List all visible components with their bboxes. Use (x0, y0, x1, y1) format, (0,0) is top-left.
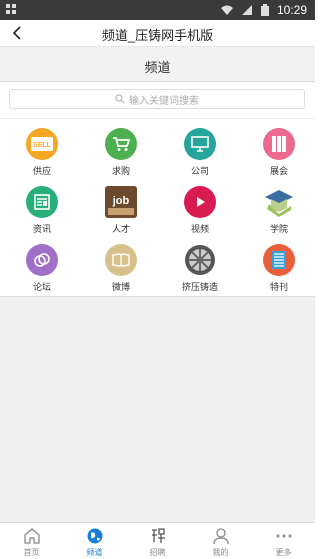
grid-item-purchase[interactable]: 求购 (81, 119, 159, 177)
tab-label: 我的 (212, 548, 229, 557)
grid-item-label: 供应 (32, 166, 51, 176)
recruit-icon (151, 528, 165, 543)
search-placeholder: 输入关键词搜索 (129, 95, 199, 107)
page-title: 频道_压铸网手机版 (101, 28, 214, 43)
cart-icon (105, 128, 137, 160)
user-icon (212, 528, 229, 545)
tab-mine[interactable]: 我的 (189, 523, 252, 559)
channel-grid: SELL 供应 求购 公司 展会 资讯 job 人才 视频 学院 论坛 微博 挤… (0, 118, 315, 296)
grid-item-exhibition[interactable]: 展会 (239, 119, 317, 177)
grid-item-special-issue[interactable]: 特刊 (239, 235, 317, 293)
wheel-icon (184, 244, 216, 276)
wifi-icon (220, 5, 233, 15)
grid-item-label: 挤压铸造 (181, 282, 218, 292)
sell-icon: SELL (26, 128, 58, 160)
status-time: 10:29 (276, 3, 307, 17)
news-icon (26, 186, 58, 218)
tab-label: 更多 (275, 548, 292, 557)
more-icon (276, 534, 291, 538)
grid-item-news[interactable]: 资讯 (2, 177, 80, 235)
status-bar: 10:29 (0, 0, 315, 20)
tab-label: 首页 (23, 548, 40, 557)
grid-item-label: 资讯 (32, 224, 51, 234)
svg-text:SELL: SELL (33, 142, 52, 149)
grid-item-label: 求购 (111, 166, 130, 176)
job-icon: job (105, 186, 137, 218)
content-background (0, 296, 315, 522)
globe-icon (87, 528, 102, 544)
grid-item-academy[interactable]: 学院 (239, 177, 317, 235)
channel-header: 频道 (0, 46, 315, 82)
grid-item-weibo[interactable]: 微博 (81, 235, 159, 293)
grid-item-company[interactable]: 公司 (160, 119, 238, 177)
grid-item-supply[interactable]: SELL 供应 (2, 119, 80, 177)
tab-home[interactable]: 首页 (0, 523, 63, 559)
signal-icon (241, 5, 252, 15)
tab-label: 频道 (86, 548, 103, 557)
bottom-tab-bar: 首页 频道 招聘 我的 更多 (0, 522, 315, 559)
svg-text:job: job (112, 195, 130, 207)
grid-item-label: 展会 (269, 166, 288, 176)
tab-more[interactable]: 更多 (252, 523, 315, 559)
notification-icon (6, 4, 16, 14)
search-icon (115, 94, 125, 104)
forum-icon (26, 244, 58, 276)
title-bar: 频道_压铸网手机版 (0, 20, 315, 46)
grid-item-label: 论坛 (32, 282, 51, 292)
grid-item-forum[interactable]: 论坛 (2, 235, 80, 293)
grid-item-label: 学院 (269, 224, 288, 234)
book-icon (105, 244, 137, 276)
play-icon (184, 186, 216, 218)
battery-icon (260, 4, 269, 16)
grid-item-squeeze-casting[interactable]: 挤压铸造 (160, 235, 238, 293)
search-input[interactable]: 输入关键词搜索 (9, 89, 305, 109)
exhibit-icon (263, 128, 295, 160)
search-area: 输入关键词搜索 (0, 82, 315, 118)
grid-item-label: 视频 (190, 224, 209, 234)
tab-label: 招聘 (149, 548, 166, 557)
home-icon (23, 528, 40, 544)
header-title: 频道 (144, 60, 171, 75)
magazine-icon (263, 244, 295, 276)
grid-item-label: 特刊 (269, 282, 288, 292)
grid-item-video[interactable]: 视频 (160, 177, 238, 235)
grid-item-label: 人才 (111, 224, 130, 234)
tab-recruit[interactable]: 招聘 (126, 523, 189, 559)
academy-icon (263, 186, 295, 218)
monitor-icon (184, 128, 216, 160)
grid-item-label: 微博 (111, 282, 130, 292)
grid-item-talent[interactable]: job 人才 (81, 177, 159, 235)
tab-channel[interactable]: 频道 (63, 523, 126, 559)
grid-item-label: 公司 (190, 166, 209, 176)
